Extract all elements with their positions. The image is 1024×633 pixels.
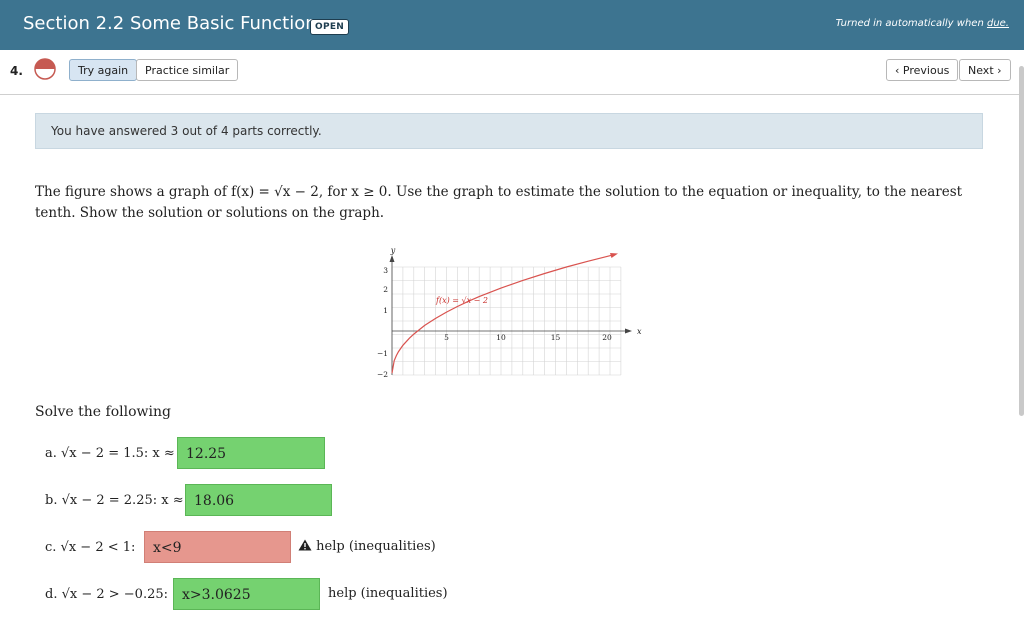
solve-heading: Solve the following xyxy=(35,404,171,420)
status-badge: OPEN xyxy=(310,19,350,35)
partial-credit-icon xyxy=(34,58,56,80)
part-d-help-link[interactable]: help (inequalities) xyxy=(328,586,448,601)
x-tick-label: 5 xyxy=(444,333,449,342)
x-axis-label: x xyxy=(637,327,642,336)
function-curve xyxy=(391,254,613,374)
assignment-title: Section 2.2 Some Basic Functions xyxy=(23,13,327,34)
practice-similar-button[interactable]: Practice similar xyxy=(136,59,239,81)
question-number: 4. xyxy=(10,64,23,78)
score-notice: You have answered 3 out of 4 parts corre… xyxy=(35,113,983,149)
previous-button[interactable]: ‹ Previous xyxy=(886,59,959,81)
part-a-answer-input[interactable]: 12.25 xyxy=(177,437,325,469)
part-c-answer-input[interactable]: x<9 xyxy=(144,531,291,563)
y-tick-label: −1 xyxy=(377,349,388,358)
y-tick-label: 2 xyxy=(383,285,388,294)
part-c-help-link[interactable]: help (inequalities) xyxy=(298,539,436,554)
chevron-right-icon: › xyxy=(993,64,1002,77)
part-c-inequality: c. √x − 2 < 1: xyxy=(45,540,136,555)
turned-in-note: Turned in automatically when due. xyxy=(835,18,1009,29)
score-notice-text: You have answered 3 out of 4 parts corre… xyxy=(51,124,322,138)
warning-icon xyxy=(298,539,312,551)
part-b-answer-input[interactable]: 18.06 xyxy=(185,484,332,516)
part-d-answer-input[interactable]: x>3.0625 xyxy=(173,578,320,610)
x-tick-label: 20 xyxy=(602,333,612,342)
due-link[interactable]: due. xyxy=(987,18,1009,29)
scrollbar[interactable] xyxy=(1019,66,1024,416)
y-tick-label: −2 xyxy=(377,370,388,379)
part-a-equation: a. √x − 2 = 1.5: x ≈ xyxy=(45,446,175,461)
y-tick-label: 1 xyxy=(383,306,388,315)
part-b-equation: b. √x − 2 = 2.25: x ≈ xyxy=(45,493,184,508)
y-tick-label: 3 xyxy=(383,266,388,275)
part-d-inequality: d. √x − 2 > −0.25: xyxy=(45,587,169,602)
y-axis-label: y xyxy=(390,246,396,255)
chevron-left-icon: ‹ xyxy=(895,64,903,77)
curve-label: f(x) = √x − 2 xyxy=(435,296,488,305)
question-prompt: The figure shows a graph of f(x) = √x − … xyxy=(35,184,963,221)
x-tick-label: 15 xyxy=(551,333,561,342)
function-graph[interactable]: y x 5 10 15 20 3 2 1 −1 −2 f(x) = √x − 2 xyxy=(360,244,650,384)
assignment-header: Section 2.2 Some Basic Functions OPEN Tu… xyxy=(0,0,1024,50)
x-tick-label: 10 xyxy=(496,333,506,342)
try-again-button[interactable]: Try again xyxy=(69,59,138,81)
next-button[interactable]: Next › xyxy=(959,59,1011,81)
